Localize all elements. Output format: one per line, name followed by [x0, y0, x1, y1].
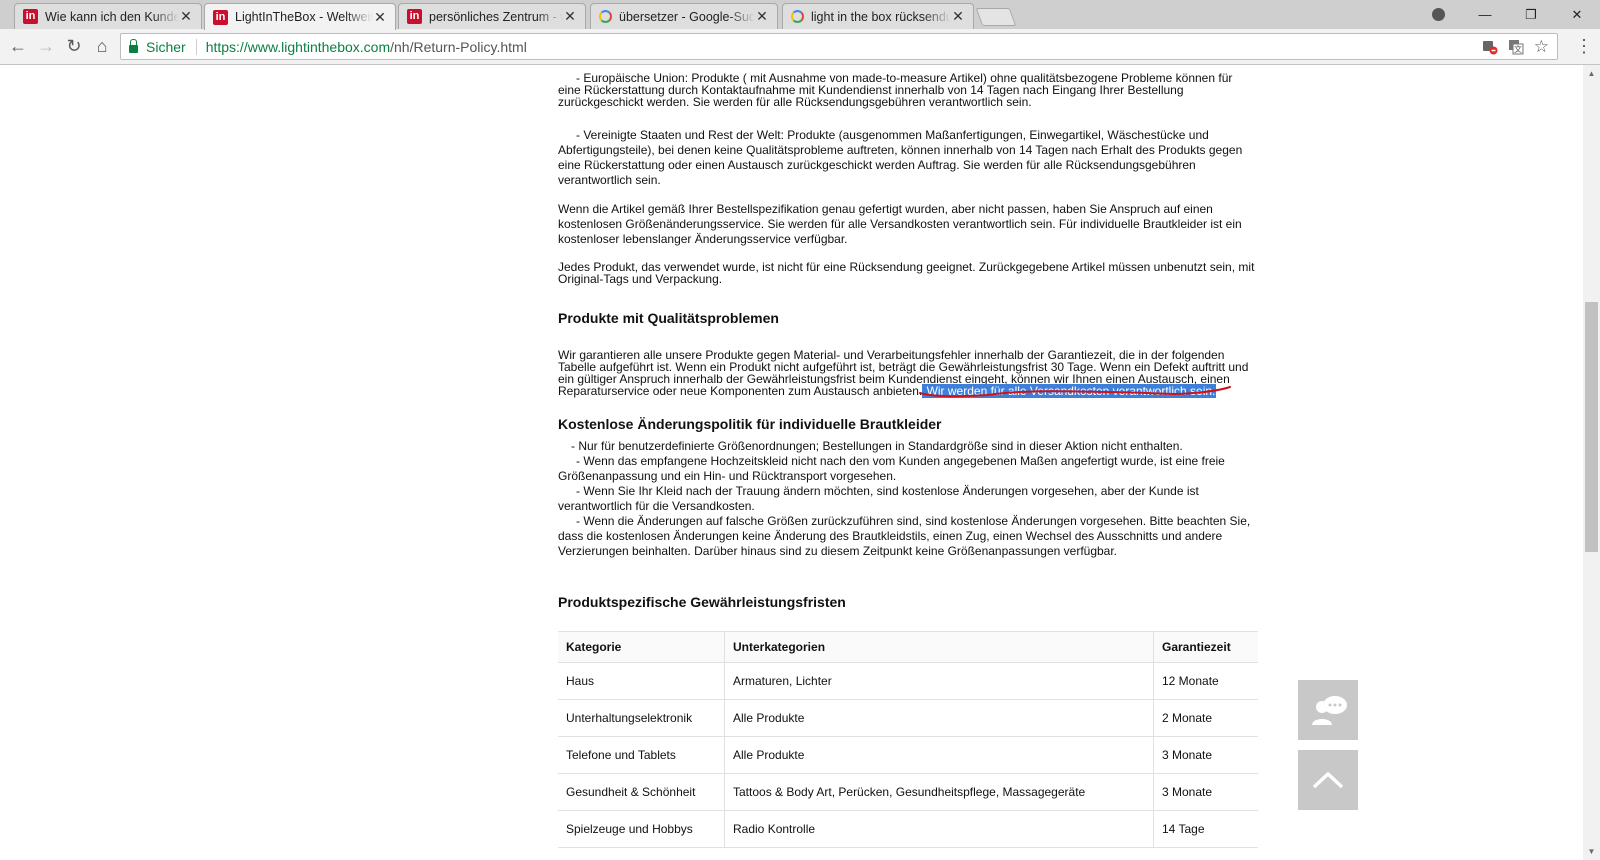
tab-3[interactable]: in persönliches Zentrum - www ✕: [398, 3, 586, 29]
back-button[interactable]: ←: [5, 33, 31, 59]
column-header: Kategorie: [558, 631, 725, 663]
table-cell: 3 Monate: [1153, 736, 1258, 774]
profile-button[interactable]: [1420, 0, 1456, 29]
browser-menu-icon[interactable]: ⋮: [1574, 35, 1594, 57]
table-cell: Telefone und Tablets: [558, 736, 725, 774]
red-underline-annotation: [919, 386, 1231, 398]
page-viewport: - Europäische Union: Produkte ( mit Ausn…: [0, 65, 1583, 860]
close-icon[interactable]: ✕: [373, 9, 387, 26]
table-cell: 14 Tage: [1153, 810, 1258, 848]
table-cell: Haus: [558, 662, 725, 700]
secure-label: Sicher: [146, 38, 186, 55]
heading-warranty-periods: Produktspezifische Gewährleistungsfriste…: [558, 594, 846, 610]
policy-paragraph-eu: - Europäische Union: Produkte ( mit Ausn…: [558, 72, 1258, 108]
heading-quality-problems: Produkte mit Qualitätsproblemen: [558, 310, 779, 326]
table-header-row: Kategorie Unterkategorien Garantiezeit: [558, 631, 1258, 663]
table-cell: Alle Produkte: [724, 699, 1154, 737]
chevron-up-icon: [1312, 771, 1344, 789]
policy-paragraph-used: Jedes Produkt, das verwendet wurde, ist …: [558, 260, 1255, 286]
lightinthebox-favicon-icon: in: [213, 9, 228, 25]
live-chat-button[interactable]: [1298, 680, 1358, 740]
policy-text-us: - Vereinigte Staaten und Rest der Welt: …: [558, 128, 1243, 187]
profile-icon: [1431, 8, 1445, 21]
scrollbar-thumb[interactable]: [1585, 302, 1598, 552]
policy-paragraph-size: Wenn die Artikel gemäß Ihrer Bestellspez…: [558, 202, 1242, 246]
tab-strip: in Wie kann ich den Kundendienst ✕ in Li…: [0, 0, 1600, 30]
google-favicon-icon: [791, 10, 804, 23]
close-icon[interactable]: ✕: [563, 8, 577, 25]
lightinthebox-favicon-icon: in: [23, 9, 38, 24]
policy-paragraph-us: - Vereinigte Staaten und Rest der Welt: …: [558, 128, 1258, 188]
minimize-button[interactable]: —: [1462, 0, 1508, 29]
table-cell: 2 Monate: [1153, 699, 1258, 737]
chat-bubble-icon: [1312, 696, 1347, 725]
address-bar[interactable]: Sicher https:// www.lightinthebox.com /n…: [120, 33, 1558, 60]
tab-1[interactable]: in Wie kann ich den Kundendienst ✕: [14, 3, 202, 29]
url-scheme: https://: [205, 38, 248, 55]
blocked-content-icon[interactable]: [1482, 39, 1498, 55]
lock-icon: [129, 38, 138, 53]
warranty-table: Kategorie Unterkategorien Garantiezeit H…: [558, 631, 1258, 848]
table-cell: Spielzeuge und Hobbys: [558, 810, 725, 848]
policy-text-eu: - Europäische Union: Produkte ( mit Ausn…: [558, 71, 1233, 109]
close-icon[interactable]: ✕: [755, 8, 769, 25]
table-cell: Radio Kontrolle: [724, 810, 1154, 848]
restore-button[interactable]: ❐: [1508, 0, 1554, 29]
close-icon[interactable]: ✕: [951, 8, 965, 25]
reload-button[interactable]: ↻: [61, 33, 87, 59]
bookmark-star-icon[interactable]: ☆: [1534, 37, 1549, 57]
url-host: www.lightinthebox.com: [247, 38, 391, 55]
table-cell: 12 Monate: [1153, 662, 1258, 700]
home-button[interactable]: ⌂: [89, 33, 115, 59]
tab-title: light in the box rücksendung: [811, 9, 951, 24]
forward-button[interactable]: →: [33, 33, 59, 59]
tab-title: übersetzer - Google-Suche: [619, 9, 755, 24]
tab-4[interactable]: übersetzer - Google-Suche ✕: [590, 3, 778, 29]
tab-title: LightInTheBox - Weltweit: [235, 10, 373, 24]
table-cell: 3 Monate: [1153, 773, 1258, 811]
tab-2-active[interactable]: in LightInTheBox - Weltweit ✕: [204, 3, 396, 30]
column-header: Garantiezeit: [1153, 631, 1258, 663]
url-path: /nh/Return-Policy.html: [390, 38, 527, 55]
table-row: Haus Armaturen, Lichter 12 Monate: [558, 662, 1258, 700]
tab-title: persönliches Zentrum - www: [429, 9, 563, 24]
scroll-up-arrow-icon[interactable]: ▲: [1583, 65, 1600, 82]
back-to-top-button[interactable]: [1298, 750, 1358, 810]
alteration-bullet: - Wenn die Änderungen auf falsche Größen…: [558, 514, 1251, 558]
table-cell: Unterhaltungselektronik: [558, 699, 725, 737]
table-cell: Gesundheit & Schönheit: [558, 773, 725, 811]
heading-alteration-policy: Kostenlose Änderungspolitik für individu…: [558, 416, 942, 432]
alteration-bullet: - Wenn das empfangene Hochzeitskleid nic…: [558, 454, 1225, 483]
table-cell: Alle Produkte: [724, 736, 1154, 774]
column-header: Unterkategorien: [724, 631, 1154, 663]
table-row: Spielzeuge und Hobbys Radio Kontrolle 14…: [558, 810, 1258, 848]
table-row: Gesundheit & Schönheit Tattoos & Body Ar…: [558, 773, 1258, 811]
browser-toolbar: ← → ↻ ⌂ Sicher https:// www.lightinthebo…: [0, 29, 1600, 65]
new-tab-button[interactable]: [975, 8, 1017, 26]
tab-title: Wie kann ich den Kundendienst: [45, 9, 179, 24]
google-favicon-icon: [599, 10, 612, 23]
lightinthebox-favicon-icon: in: [407, 9, 422, 24]
svg-text:文: 文: [1514, 44, 1522, 54]
omnibox-divider: [195, 38, 197, 55]
alteration-bullet: - Nur für benutzerdefinierte Größenordnu…: [571, 439, 1183, 453]
scroll-down-arrow-icon[interactable]: ▼: [1583, 843, 1600, 860]
translate-icon[interactable]: 文: [1508, 39, 1524, 55]
table-row: Telefone und Tablets Alle Produkte 3 Mon…: [558, 736, 1258, 774]
tab-5[interactable]: light in the box rücksendung ✕: [782, 3, 974, 29]
close-icon[interactable]: ✕: [179, 8, 193, 25]
return-policy-content: - Europäische Union: Produkte ( mit Ausn…: [558, 72, 1258, 848]
table-row: Unterhaltungselektronik Alle Produkte 2 …: [558, 699, 1258, 737]
alteration-bullet: - Wenn Sie Ihr Kleid nach der Trauung än…: [558, 484, 1199, 513]
table-cell: Armaturen, Lichter: [724, 662, 1154, 700]
table-cell: Tattoos & Body Art, Perücken, Gesundheit…: [724, 773, 1154, 811]
close-window-button[interactable]: ✕: [1554, 0, 1600, 29]
